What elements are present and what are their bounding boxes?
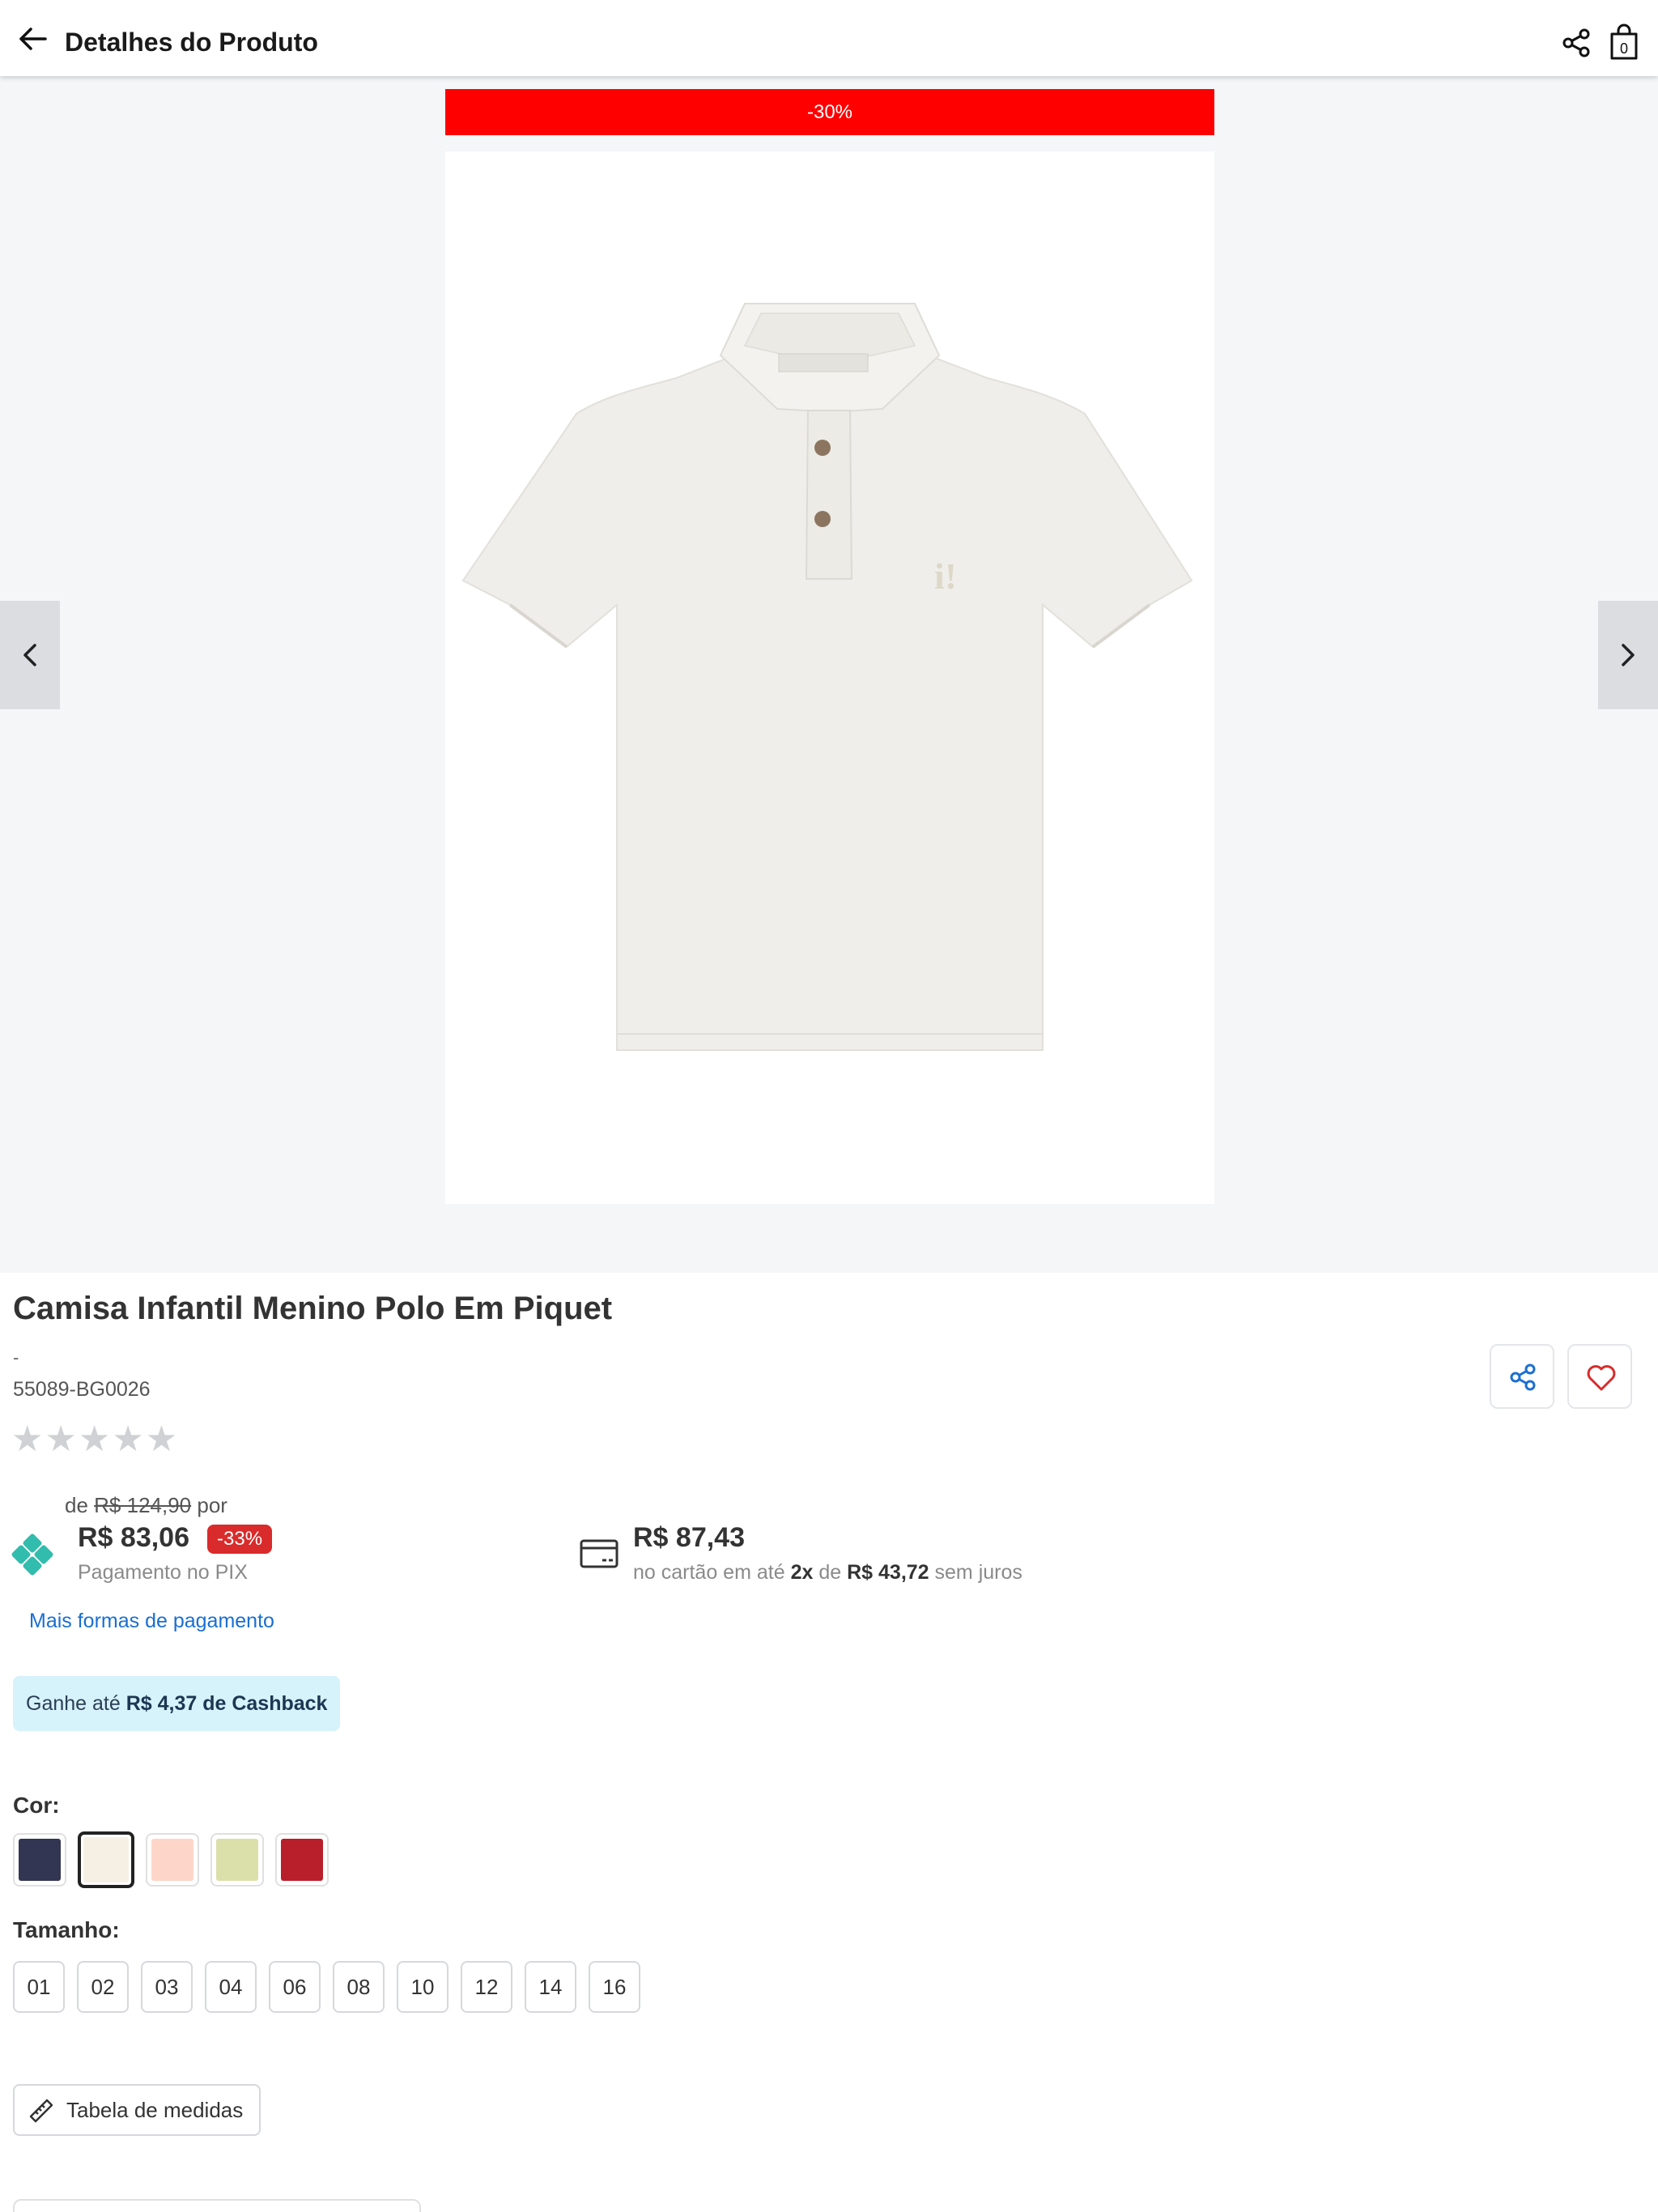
card-price: R$ 87,43 xyxy=(633,1522,745,1553)
product-sku: 55089-BG0026 xyxy=(13,1378,151,1401)
favorite-button[interactable] xyxy=(1567,1344,1632,1409)
product-brand-placeholder: - xyxy=(13,1347,19,1368)
pix-icon xyxy=(11,1534,53,1576)
product-title: Camisa Infantil Menino Polo Em Piquet xyxy=(13,1291,613,1326)
more-payment-options-link[interactable]: Mais formas de pagamento xyxy=(29,1610,274,1633)
size-option[interactable]: 01 xyxy=(13,1961,65,2013)
card-installments: 2x xyxy=(790,1561,814,1584)
size-label: Tamanho: xyxy=(13,1917,120,1942)
chevron-right-icon xyxy=(1622,644,1635,666)
credit-card-icon xyxy=(580,1539,619,1568)
arrow-left-icon[interactable] xyxy=(15,24,50,53)
card-installments-line: no cartão em até 2x de R$ 43,72 sem juro… xyxy=(633,1561,1022,1585)
color-swatch-fill xyxy=(216,1839,258,1881)
size-option[interactable]: 04 xyxy=(205,1961,257,2013)
size-option[interactable]: 08 xyxy=(333,1961,385,2013)
card-text-3: sem juros xyxy=(934,1561,1022,1584)
share-product-button[interactable] xyxy=(1490,1344,1554,1409)
bag-count: 0 xyxy=(1620,40,1628,57)
chevron-left-icon xyxy=(23,644,36,666)
color-swatch[interactable] xyxy=(210,1833,264,1887)
share-icon xyxy=(1510,1363,1536,1391)
size-option[interactable]: 16 xyxy=(589,1961,640,2013)
gallery-next-button[interactable] xyxy=(1598,601,1658,709)
size-chart-label: Tabela de medidas xyxy=(66,2098,244,2122)
bottom-section-card xyxy=(13,2199,421,2212)
price-from: de R$ 124,90 por xyxy=(65,1493,227,1518)
color-swatch[interactable] xyxy=(78,1831,134,1888)
color-swatch-fill xyxy=(83,1837,129,1882)
size-option[interactable]: 06 xyxy=(269,1961,321,2013)
pix-discount-badge: -33% xyxy=(207,1525,273,1554)
page-title: Detalhes do Produto xyxy=(65,28,318,57)
size-option[interactable]: 12 xyxy=(461,1961,512,2013)
old-price: R$ 124,90 xyxy=(94,1493,192,1517)
color-label: Cor: xyxy=(13,1793,60,1818)
size-option[interactable]: 03 xyxy=(141,1961,193,2013)
card-text-1: no cartão em até xyxy=(633,1561,785,1584)
color-swatch[interactable] xyxy=(275,1833,329,1887)
color-swatch-fill xyxy=(151,1839,193,1881)
color-swatch-fill xyxy=(19,1839,61,1881)
product-image[interactable]: i! xyxy=(445,151,1214,1204)
size-options: 01 02 03 04 06 08 10 12 14 16 xyxy=(13,1961,640,2013)
product-gallery[interactable]: -30% i! xyxy=(0,76,1658,1273)
pix-label: Pagamento no PIX xyxy=(78,1561,248,1584)
polo-shirt-image: i! xyxy=(461,303,1193,1051)
top-app-bar: Detalhes do Produto 0 xyxy=(0,0,1658,76)
ruler-icon xyxy=(29,2099,53,2123)
size-option[interactable]: 10 xyxy=(397,1961,449,2013)
price-from-suffix: por xyxy=(197,1493,227,1517)
color-swatches xyxy=(13,1831,329,1888)
size-chart-button[interactable]: Tabela de medidas xyxy=(13,2084,261,2136)
card-text-2: de xyxy=(818,1561,842,1584)
color-swatch[interactable] xyxy=(146,1833,199,1887)
price-from-prefix: de xyxy=(65,1493,88,1517)
heart-icon xyxy=(1587,1365,1616,1391)
discount-banner: -30% xyxy=(445,89,1214,135)
color-swatch[interactable] xyxy=(13,1833,66,1887)
size-option[interactable]: 02 xyxy=(77,1961,129,2013)
card-installment-value: R$ 43,72 xyxy=(847,1561,929,1584)
cashback-amount: R$ 4,37 de Cashback xyxy=(125,1692,328,1715)
cashback-prefix: Ganhe até xyxy=(26,1692,121,1715)
share-icon[interactable] xyxy=(1561,28,1592,58)
size-option[interactable]: 14 xyxy=(525,1961,576,2013)
shopping-bag-icon[interactable]: 0 xyxy=(1608,23,1640,62)
color-swatch-fill xyxy=(281,1839,323,1881)
rating-stars[interactable]: ★★★★★ xyxy=(11,1419,179,1460)
cashback-badge: Ganhe até R$ 4,37 de Cashback xyxy=(13,1676,341,1731)
gallery-prev-button[interactable] xyxy=(0,601,60,709)
svg-text:i!: i! xyxy=(934,555,957,597)
pix-price: R$ 83,06 xyxy=(78,1522,189,1553)
